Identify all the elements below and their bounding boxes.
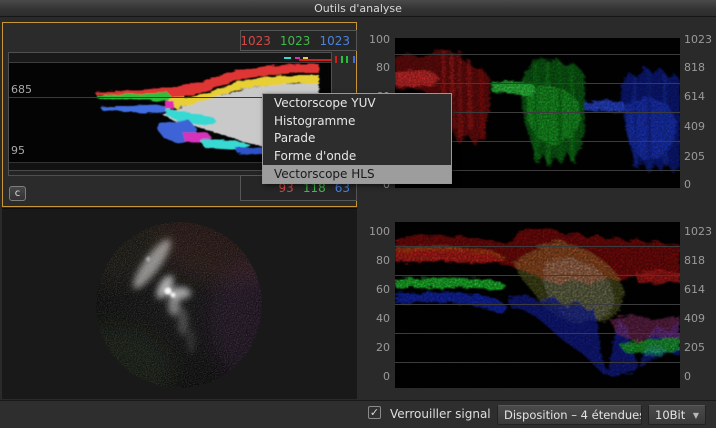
level-label-high: 685 [11,83,32,96]
bit-depth-dropdown-value: 10Bit [655,408,686,422]
overlay-percent-label: 80 [376,254,390,267]
window-titlebar[interactable]: Outils d'analyse [0,0,716,17]
parade-code-label: 1023 [684,33,712,46]
menu-item-parade[interactable]: Parade [263,130,451,148]
layout-dropdown[interactable]: Disposition – 4 étendues ▼ [497,405,642,425]
overlay-percent-label: 0 [383,370,390,383]
level-label-low: 95 [11,144,25,157]
parade-code-label: 818 [684,61,705,74]
green-tick [341,56,343,63]
lock-signal-label: Verrouiller signal [390,407,491,421]
window-title: Outils d'analyse [314,1,402,15]
overlay-plot [395,222,680,388]
histogram-header-strip [9,53,331,63]
overlay-code-label: 205 [684,341,705,354]
overlay-code-label: 409 [684,312,705,325]
overlay-waveform [395,222,680,388]
green-tick-2 [346,56,348,63]
overlay-percent-label: 40 [376,312,390,325]
parade-code-label: 0 [684,178,691,191]
corner-c-button[interactable]: c [9,186,26,201]
overlay-code-label: 1023 [684,225,712,238]
overlay-percent-label: 20 [376,341,390,354]
vectorscope-display [96,222,262,388]
overlay-percent-label: 60 [376,283,390,296]
max-red-value: 1023 [240,33,271,48]
menu-item-histogramme[interactable]: Histogramme [263,112,451,130]
red-tick [335,56,337,63]
parade-code-label: 409 [684,120,705,133]
red-max-line [299,59,332,61]
blue-tick [353,56,355,63]
analysis-tools-window: Outils d'analyse 1023 1023 1023 685 95 9… [0,0,716,428]
menu-item-forme-donde[interactable]: Forme d'onde [263,147,451,165]
vectorscope-panel[interactable] [2,208,357,399]
overlay-code-label: 0 [684,370,691,383]
overlay-percent-label: 100 [369,225,390,238]
parade-percent-label: 100 [369,33,390,46]
overlay-code-label: 614 [684,283,705,296]
bottom-toolbar: Verrouiller signal Disposition – 4 étend… [0,400,716,428]
layout-dropdown-value: Disposition – 4 étendues [504,408,642,422]
chevron-down-icon: ▼ [692,410,699,420]
cyan-marker [284,57,291,59]
menu-item-vectorscope-yuv[interactable]: Vectorscope YUV [263,94,451,112]
lock-signal-checkbox[interactable] [368,406,381,419]
bit-depth-dropdown[interactable]: 10Bit ▼ [648,405,706,425]
max-green-value: 1023 [279,33,311,48]
parade-code-label: 205 [684,150,705,163]
max-blue-value: 1023 [319,33,350,48]
scope-type-context-menu: Vectorscope YUV Histogramme Parade Forme… [262,93,452,184]
menu-item-vectorscope-hls[interactable]: Vectorscope HLS [263,165,451,183]
parade-percent-label: 80 [376,61,390,74]
parade-code-label: 614 [684,90,705,103]
max-values-box: 1023 1023 1023 [240,30,357,51]
overlay-code-label: 818 [684,254,705,267]
